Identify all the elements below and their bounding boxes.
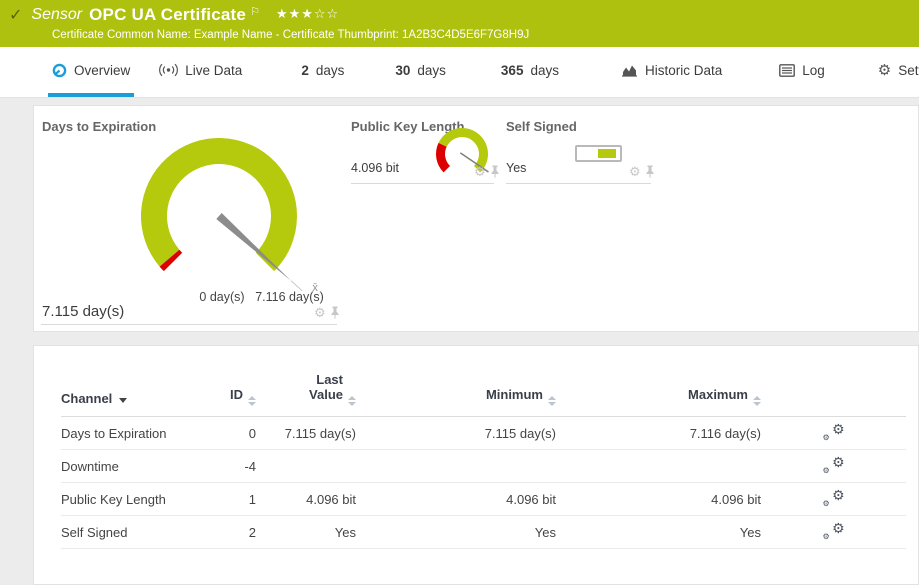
table-row: Downtime -4 ⚙⚙ [61, 450, 906, 483]
sensor-header: ✓ Sensor OPC UA Certificate ⚐ ★★★☆☆ Cert… [0, 0, 919, 47]
table-row: Days to Expiration 0 7.115 day(s) 7.115 … [61, 417, 906, 450]
channel-last-value: Yes [256, 516, 356, 549]
tab-label: Settings [898, 63, 919, 78]
table-row: Self Signed 2 Yes Yes Yes ⚙⚙ [61, 516, 906, 549]
tab-number: 2 [301, 63, 309, 78]
channel-settings-icon[interactable]: ⚙⚙ [823, 489, 845, 507]
tab-historic-data[interactable]: Historic Data [617, 47, 726, 97]
gear-icon: ⚙ [878, 61, 891, 79]
channels-panel: Channel ID Last Value Minimum Maximum Da… [33, 345, 919, 585]
channel-name[interactable]: Public Key Length [61, 483, 201, 516]
section-divider [41, 324, 337, 325]
tab-settings[interactable]: ⚙ Settings [874, 47, 919, 97]
sort-toggle-icon [348, 396, 356, 406]
object-kind-label: Sensor [31, 6, 82, 24]
pin-icon[interactable] [330, 306, 340, 319]
channel-maximum: 7.116 day(s) [556, 417, 761, 450]
channels-table: Channel ID Last Value Minimum Maximum Da… [61, 372, 906, 549]
channel-minimum: 4.096 bit [356, 483, 556, 516]
channel-last-value: 4.096 bit [256, 483, 356, 516]
channel-last-value [256, 450, 356, 483]
channel-maximum: Yes [556, 516, 761, 549]
gauge-tools-days-to-expiration: ⚙ [314, 306, 340, 319]
gauge-settings-gear-icon[interactable]: ⚙ [314, 307, 326, 319]
channel-id: 2 [201, 516, 256, 549]
log-icon [779, 64, 795, 77]
stars-filled[interactable]: ★★★ [276, 6, 314, 21]
gauges-panel: Days to Expiration x̄ 0 day(s) 7.116 day… [33, 105, 919, 332]
channel-id: -4 [201, 450, 256, 483]
channel-name[interactable]: Self Signed [61, 516, 201, 549]
flag-icon[interactable]: ⚐ [250, 5, 260, 18]
tab-overview[interactable]: Overview [48, 47, 134, 97]
live-data-icon [159, 63, 178, 77]
column-header-last-value[interactable]: Last Value [256, 372, 356, 417]
column-header-id[interactable]: ID [201, 372, 256, 417]
historic-data-icon [621, 63, 638, 77]
channel-maximum: 4.096 bit [556, 483, 761, 516]
sort-toggle-icon [753, 396, 761, 406]
channel-settings-icon[interactable]: ⚙⚙ [823, 522, 845, 540]
channel-settings-icon[interactable]: ⚙⚙ [823, 456, 845, 474]
tab-30-days[interactable]: 30 days [391, 47, 450, 97]
sensor-subtitle: Certificate Common Name: Example Name - … [0, 25, 919, 41]
table-row: Public Key Length 1 4.096 bit 4.096 bit … [61, 483, 906, 516]
tab-2-days[interactable]: 2 days [297, 47, 348, 97]
tab-label: days [316, 63, 345, 78]
tab-log[interactable]: Log [775, 47, 829, 97]
tab-label: Live Data [185, 63, 242, 78]
gauge-max-label: 7.116 day(s) [247, 290, 332, 304]
gauge-tools-self-signed: ⚙ [629, 165, 655, 178]
days-to-expiration-gauge[interactable]: x̄ [104, 106, 344, 306]
channel-name[interactable]: Downtime [61, 450, 201, 483]
sort-toggle-icon [248, 396, 256, 406]
gauge-icon [52, 63, 67, 78]
gauge-tools-public-key-length: ⚙ [474, 165, 500, 178]
gauge-title-self-signed: Self Signed [506, 119, 577, 134]
tab-number: 30 [395, 63, 410, 78]
tab-365-days[interactable]: 365 days [497, 47, 563, 97]
section-divider [351, 183, 494, 184]
table-header-row: Channel ID Last Value Minimum Maximum [61, 372, 906, 417]
channel-id: 1 [201, 483, 256, 516]
channel-last-value: 7.115 day(s) [256, 417, 356, 450]
sort-desc-icon [119, 398, 127, 403]
channel-name[interactable]: Days to Expiration [61, 417, 201, 450]
channel-maximum [556, 450, 761, 483]
priority-stars[interactable]: ★★★☆☆ [276, 6, 339, 22]
channel-minimum [356, 450, 556, 483]
tab-number: 365 [501, 63, 524, 78]
pin-icon[interactable] [645, 165, 655, 178]
column-header-minimum[interactable]: Minimum [356, 372, 556, 417]
pin-icon[interactable] [490, 165, 500, 178]
channel-settings-icon[interactable]: ⚙⚙ [823, 423, 845, 441]
sort-toggle-icon [548, 396, 556, 406]
section-divider [506, 183, 651, 184]
column-header-channel[interactable]: Channel [61, 372, 201, 417]
column-header-maximum[interactable]: Maximum [556, 372, 761, 417]
stars-empty[interactable]: ☆☆ [314, 6, 339, 21]
tab-live-data[interactable]: Live Data [155, 47, 246, 97]
self-signed-indicator-on [598, 149, 616, 158]
gauge-value-self-signed: Yes [506, 161, 526, 175]
self-signed-indicator[interactable] [575, 145, 622, 162]
gauge-settings-gear-icon[interactable]: ⚙ [474, 166, 486, 178]
gauge-value-days-to-expiration: 7.115 day(s) [42, 303, 124, 320]
channel-id: 0 [201, 417, 256, 450]
public-key-length-gauge[interactable] [417, 112, 512, 192]
tab-label: days [417, 63, 446, 78]
channel-minimum: 7.115 day(s) [356, 417, 556, 450]
tab-label: Overview [74, 63, 130, 78]
tab-label: days [530, 63, 559, 78]
page-title: OPC UA Certificate [89, 5, 246, 25]
gauge-value-public-key-length: 4.096 bit [351, 161, 399, 175]
tab-bar: Overview Live Data 2 days 30 days 365 da… [0, 47, 919, 98]
status-ok-icon: ✓ [9, 5, 22, 25]
tab-label: Log [802, 63, 825, 78]
gauge-settings-gear-icon[interactable]: ⚙ [629, 166, 641, 178]
channel-minimum: Yes [356, 516, 556, 549]
tab-label: Historic Data [645, 63, 722, 78]
